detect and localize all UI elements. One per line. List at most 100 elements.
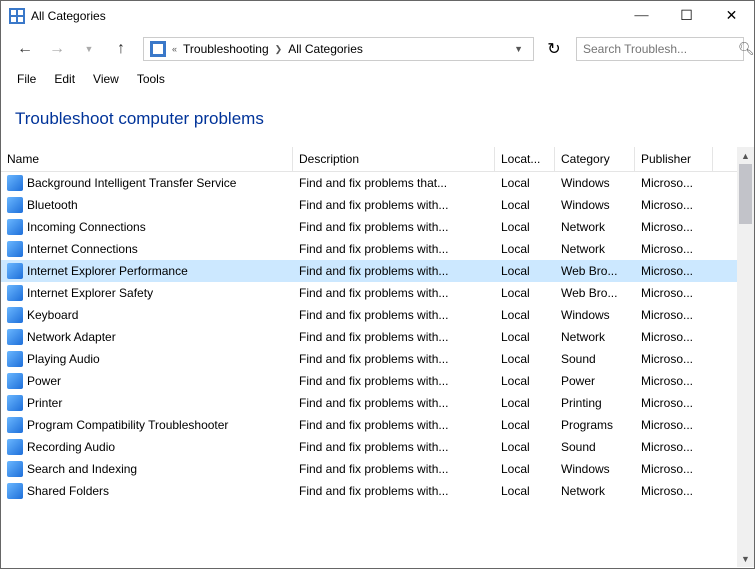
menu-edit[interactable]: Edit xyxy=(46,70,83,88)
item-description: Find and fix problems with... xyxy=(293,462,495,476)
breadcrumb-root-icon[interactable] xyxy=(146,38,170,60)
item-location: Local xyxy=(495,286,555,300)
troubleshooter-icon xyxy=(7,241,23,257)
col-name[interactable]: Name xyxy=(1,147,293,171)
list-item[interactable]: PowerFind and fix problems with...LocalP… xyxy=(1,370,737,392)
list-item[interactable]: Program Compatibility TroubleshooterFind… xyxy=(1,414,737,436)
item-name: Network Adapter xyxy=(27,330,116,344)
item-publisher: Microso... xyxy=(635,440,713,454)
page-title: Troubleshoot computer problems xyxy=(1,91,754,147)
troubleshooter-icon xyxy=(7,197,23,213)
item-category: Windows xyxy=(555,198,635,212)
navbar: ← → ▼ ↑ « Troubleshooting ❯ All Categori… xyxy=(1,31,754,67)
troubleshooter-icon xyxy=(7,483,23,499)
troubleshooter-icon xyxy=(7,351,23,367)
item-publisher: Microso... xyxy=(635,286,713,300)
close-button[interactable]: ✕ xyxy=(709,1,754,31)
item-category: Web Bro... xyxy=(555,264,635,278)
item-description: Find and fix problems with... xyxy=(293,198,495,212)
minimize-button[interactable]: — xyxy=(619,1,664,31)
item-category: Network xyxy=(555,484,635,498)
item-publisher: Microso... xyxy=(635,352,713,366)
list-item[interactable]: Playing AudioFind and fix problems with.… xyxy=(1,348,737,370)
scroll-down-button[interactable]: ▼ xyxy=(737,550,754,567)
chevron-icon[interactable]: « xyxy=(170,44,179,54)
window-icon xyxy=(9,8,25,24)
search-icon[interactable]: 🔍︎ xyxy=(738,41,755,57)
item-name: Shared Folders xyxy=(27,484,109,498)
breadcrumb-part-2[interactable]: All Categories xyxy=(284,38,367,60)
item-publisher: Microso... xyxy=(635,330,713,344)
list-item[interactable]: BluetoothFind and fix problems with...Lo… xyxy=(1,194,737,216)
menu-view[interactable]: View xyxy=(85,70,127,88)
item-publisher: Microso... xyxy=(635,242,713,256)
item-location: Local xyxy=(495,396,555,410)
item-description: Find and fix problems with... xyxy=(293,220,495,234)
item-location: Local xyxy=(495,374,555,388)
scroll-track[interactable] xyxy=(737,164,754,550)
item-publisher: Microso... xyxy=(635,220,713,234)
breadcrumb[interactable]: « Troubleshooting ❯ All Categories ▼ xyxy=(143,37,534,61)
item-category: Sound xyxy=(555,440,635,454)
list-item[interactable]: Background Intelligent Transfer ServiceF… xyxy=(1,172,737,194)
maximize-button[interactable]: ☐ xyxy=(664,1,709,31)
list-item[interactable]: Shared FoldersFind and fix problems with… xyxy=(1,480,737,502)
menubar: File Edit View Tools xyxy=(1,67,754,91)
troubleshooter-icon xyxy=(7,175,23,191)
troubleshooter-list: Name Description Locat... Category Publi… xyxy=(1,147,737,567)
col-description[interactable]: Description xyxy=(293,147,495,171)
item-location: Local xyxy=(495,352,555,366)
item-description: Find and fix problems with... xyxy=(293,396,495,410)
list-item[interactable]: Internet Explorer Performance Find and fi… xyxy=(1,260,737,282)
scroll-thumb[interactable] xyxy=(739,164,752,224)
item-location: Local xyxy=(495,264,555,278)
item-description: Find and fix problems with... xyxy=(293,440,495,454)
window-title: All Categories xyxy=(31,9,619,23)
chevron-icon[interactable]: ❯ xyxy=(273,44,285,55)
item-name: Power xyxy=(27,374,61,388)
troubleshooter-icon xyxy=(7,461,23,477)
col-category[interactable]: Category xyxy=(555,147,635,171)
refresh-button[interactable]: ↻ xyxy=(542,37,566,61)
recent-dropdown[interactable]: ▼ xyxy=(75,35,103,63)
troubleshooter-icon xyxy=(7,219,23,235)
item-description: Find and fix problems with... xyxy=(293,286,495,300)
item-name: Recording Audio xyxy=(27,440,115,454)
list-item[interactable]: PrinterFind and fix problems with...Loca… xyxy=(1,392,737,414)
titlebar: All Categories — ☐ ✕ xyxy=(1,1,754,31)
menu-file[interactable]: File xyxy=(9,70,44,88)
item-location: Local xyxy=(495,242,555,256)
troubleshooter-icon xyxy=(7,307,23,323)
col-publisher[interactable]: Publisher xyxy=(635,147,713,171)
item-category: Printing xyxy=(555,396,635,410)
item-publisher: Microso... xyxy=(635,484,713,498)
item-description: Find and fix problems with... xyxy=(293,352,495,366)
search-box[interactable]: 🔍︎ xyxy=(576,37,744,61)
item-description: Find and fix problems with... xyxy=(293,330,495,344)
list-item[interactable]: Search and IndexingFind and fix problems… xyxy=(1,458,737,480)
col-location[interactable]: Locat... xyxy=(495,147,555,171)
item-publisher: Microso... xyxy=(635,198,713,212)
list-item[interactable]: KeyboardFind and fix problems with...Loc… xyxy=(1,304,737,326)
scrollbar[interactable]: ▲ ▼ xyxy=(737,147,754,567)
list-item[interactable]: Internet Explorer SafetyFind and fix pro… xyxy=(1,282,737,304)
search-input[interactable] xyxy=(583,42,738,56)
item-category: Power xyxy=(555,374,635,388)
column-headers: Name Description Locat... Category Publi… xyxy=(1,147,737,172)
back-button[interactable]: ← xyxy=(11,35,39,63)
forward-button[interactable]: → xyxy=(43,35,71,63)
breadcrumb-part-1[interactable]: Troubleshooting xyxy=(179,38,273,60)
up-button[interactable]: ↑ xyxy=(107,35,135,63)
list-item[interactable]: Internet ConnectionsFind and fix problem… xyxy=(1,238,737,260)
scroll-up-button[interactable]: ▲ xyxy=(737,147,754,164)
item-category: Web Bro... xyxy=(555,286,635,300)
breadcrumb-dropdown[interactable]: ▼ xyxy=(367,44,531,54)
item-description: Find and fix problems with... xyxy=(293,264,495,278)
list-item[interactable]: Incoming ConnectionsFind and fix problem… xyxy=(1,216,737,238)
list-item[interactable]: Network Adapter Find and fix problems wit… xyxy=(1,326,737,348)
menu-tools[interactable]: Tools xyxy=(129,70,173,88)
item-name: Internet Connections xyxy=(27,242,138,256)
list-item[interactable]: Recording Audio Find and fix problems wit… xyxy=(1,436,737,458)
item-name: Internet Explorer Performance xyxy=(27,264,188,278)
item-description: Find and fix problems with... xyxy=(293,308,495,322)
